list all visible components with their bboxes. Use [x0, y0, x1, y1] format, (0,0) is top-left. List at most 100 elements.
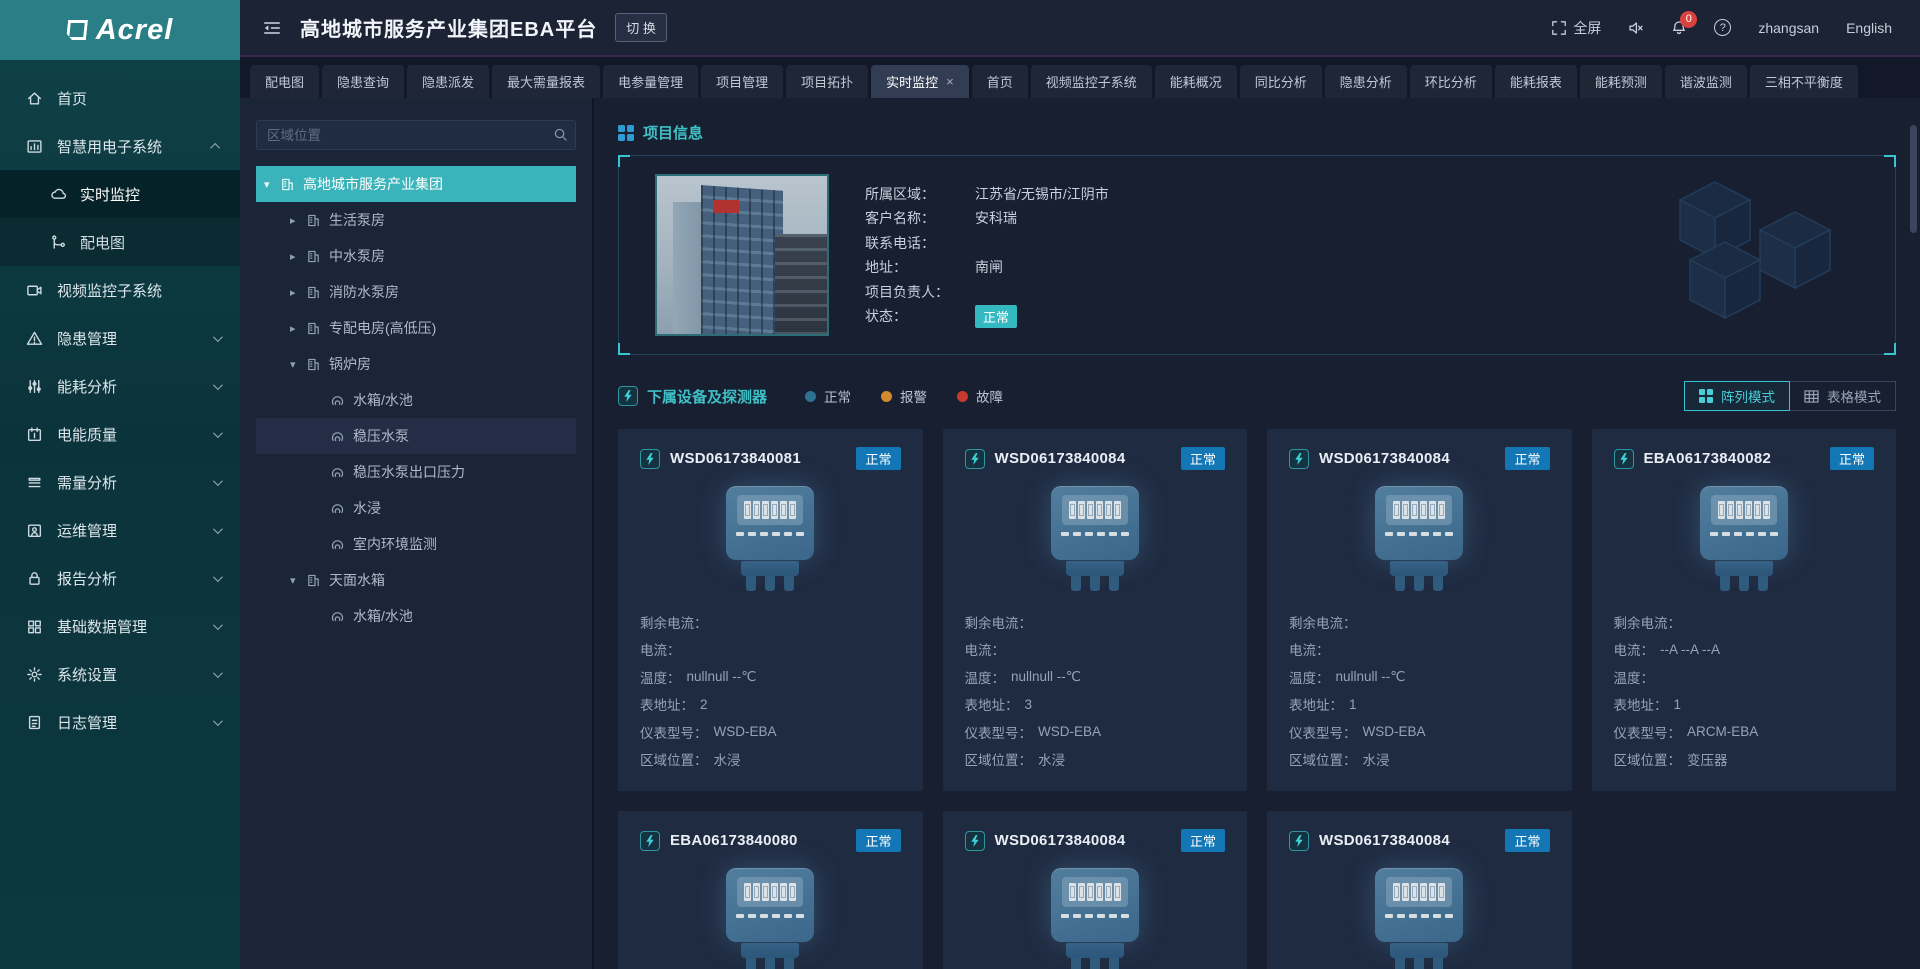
building-icon — [306, 249, 321, 264]
tab-bar: 配电图 隐患查询 隐患派发 最大需量报表 电参量管理 项目管理 项目拓扑 实时监… — [240, 57, 1920, 98]
tree-node-leaf[interactable]: 室内环境监测 — [256, 526, 576, 562]
tab-energy-report[interactable]: 能耗报表 — [1495, 65, 1577, 98]
sliders-icon — [26, 378, 43, 395]
vertical-scrollbar[interactable] — [1910, 125, 1917, 233]
device-card[interactable]: EBA06173840080 正常 — [618, 811, 923, 969]
sidebar-item-power-quality[interactable]: 电能质量 — [0, 410, 240, 458]
collapse-menu-icon[interactable] — [262, 18, 282, 38]
sidebar-menu: 首页 智慧用电子系统 实时监控 配电图 视频监控子系统 — [0, 60, 240, 746]
table-mode-button[interactable]: 表格模式 — [1790, 381, 1896, 411]
caret-down-icon[interactable]: ▾ — [264, 178, 280, 191]
tree-node-leaf[interactable]: 稳压水泵 — [256, 418, 576, 454]
device-bolt-icon — [965, 831, 985, 851]
sidebar-item-report-analysis[interactable]: 报告分析 — [0, 554, 240, 602]
tab-energy-overview[interactable]: 能耗概况 — [1155, 65, 1237, 98]
device-card[interactable]: WSD06173840084 正常 — [1267, 811, 1572, 969]
tree-node[interactable]: ▸ 消防水泵房 — [256, 274, 576, 310]
sidebar-item-ops-management[interactable]: 运维管理 — [0, 506, 240, 554]
tree-node[interactable]: ▸ 中水泵房 — [256, 238, 576, 274]
device-bolt-icon — [965, 449, 985, 469]
tab-hazard-query[interactable]: 隐患查询 — [322, 65, 404, 98]
device-card[interactable]: WSD06173840081 正常 剩余电流： 电流： 温度：nullnull … — [618, 429, 923, 791]
building-icon — [306, 573, 321, 588]
caret-right-icon[interactable]: ▸ — [290, 250, 306, 263]
sidebar-item-hazard-management[interactable]: 隐患管理 — [0, 314, 240, 362]
tree-node-leaf[interactable]: 水箱/水池 — [256, 382, 576, 418]
fullscreen-button[interactable]: 全屏 — [1551, 18, 1601, 38]
content-row: ▾ 高地城市服务产业集团 ▸ 生活泵房 ▸ 中水泵房 ▸ 消防水 — [240, 98, 1920, 969]
tree-node-leaf[interactable]: 水箱/水池 — [256, 598, 576, 634]
chevron-down-icon — [213, 332, 223, 342]
caret-right-icon[interactable]: ▸ — [290, 214, 306, 227]
device-card[interactable]: WSD06173840084 正常 — [943, 811, 1248, 969]
device-card[interactable]: WSD06173840084 正常 剩余电流： 电流： 温度：nullnull … — [1267, 429, 1572, 791]
tab-realtime-monitor[interactable]: 实时监控× — [871, 65, 969, 98]
project-fields: 所属区域：江苏省/无锡市/江阴市 客户名称：安科瑞 联系电话： 地址：南闸 项目… — [865, 182, 1109, 329]
search-icon[interactable] — [553, 127, 568, 142]
page-title: 高地城市服务产业集团EBA平台 — [300, 13, 597, 42]
caret-right-icon[interactable]: ▸ — [290, 286, 306, 299]
tab-project-management[interactable]: 项目管理 — [701, 65, 783, 98]
tab-project-topology[interactable]: 项目拓扑 — [786, 65, 868, 98]
language-switcher[interactable]: English — [1846, 20, 1892, 36]
caret-down-icon[interactable]: ▾ — [290, 358, 306, 371]
device-id: WSD06173840084 — [1319, 832, 1495, 849]
tree-node-leaf[interactable]: 稳压水泵出口压力 — [256, 454, 576, 490]
warning-triangle-icon — [26, 330, 43, 347]
username[interactable]: zhangsan — [1758, 20, 1819, 36]
sidebar-item-home[interactable]: 首页 — [0, 74, 240, 122]
tree-node[interactable]: ▾ 天面水箱 — [256, 562, 576, 598]
help-button[interactable]: ? — [1714, 19, 1731, 36]
tab-harmonic-monitor[interactable]: 谐波监测 — [1665, 65, 1747, 98]
tab-hazard-analysis[interactable]: 隐患分析 — [1325, 65, 1407, 98]
tree-node[interactable]: ▸ 生活泵房 — [256, 202, 576, 238]
grid-mode-button[interactable]: 阵列模式 — [1684, 381, 1790, 411]
legend-fault: 故障 — [957, 386, 1003, 406]
sidebar-item-distribution-diagram[interactable]: 配电图 — [0, 218, 240, 266]
tree-node-leaf[interactable]: 水浸 — [256, 490, 576, 526]
mute-button[interactable] — [1628, 20, 1644, 36]
tab-mom-analysis[interactable]: 环比分析 — [1410, 65, 1492, 98]
corner-bracket — [1884, 343, 1896, 355]
tab-distribution-diagram[interactable]: 配电图 — [250, 65, 319, 98]
gauge-icon — [330, 465, 345, 480]
device-status-badge: 正常 — [1181, 447, 1225, 470]
sidebar-item-demand-analysis[interactable]: 需量分析 — [0, 458, 240, 506]
building-photo — [655, 174, 829, 336]
header-actions: 全屏 0 ? zhangsan English — [1551, 18, 1892, 38]
home-icon — [26, 90, 43, 107]
tab-home[interactable]: 首页 — [972, 65, 1028, 98]
legend-alarm: 报警 — [881, 386, 927, 406]
building-icon — [306, 213, 321, 228]
notifications-button[interactable]: 0 — [1671, 20, 1687, 36]
person-frame-icon — [26, 522, 43, 539]
sidebar-item-video-monitor[interactable]: 视频监控子系统 — [0, 266, 240, 314]
device-card[interactable]: EBA06173840082 正常 剩余电流： 电流：--A --A --A 温… — [1592, 429, 1897, 791]
tab-energy-forecast[interactable]: 能耗预测 — [1580, 65, 1662, 98]
close-tab-icon[interactable]: × — [946, 74, 954, 89]
tab-phase-unbalance[interactable]: 三相不平衡度 — [1750, 65, 1858, 98]
tab-video-monitor[interactable]: 视频监控子系统 — [1031, 65, 1152, 98]
sidebar-item-smart-power[interactable]: 智慧用电子系统 — [0, 122, 240, 170]
sidebar-item-realtime-monitor[interactable]: 实时监控 — [0, 170, 240, 218]
sidebar-item-energy-analysis[interactable]: 能耗分析 — [0, 362, 240, 410]
tab-hazard-dispatch[interactable]: 隐患派发 — [407, 65, 489, 98]
tree-node[interactable]: ▸ 专配电房(高低压) — [256, 310, 576, 346]
device-status-badge: 正常 — [1830, 447, 1874, 470]
tree-node[interactable]: ▾ 锅炉房 — [256, 346, 576, 382]
sidebar-item-base-data[interactable]: 基础数据管理 — [0, 602, 240, 650]
search-input[interactable] — [256, 120, 576, 150]
device-fields: 剩余电流： 电流： 温度：nullnull --℃ 表地址：3 仪表型号：WSD… — [965, 608, 1226, 773]
chevron-down-icon — [213, 380, 223, 390]
tab-yoy-analysis[interactable]: 同比分析 — [1240, 65, 1322, 98]
device-card[interactable]: WSD06173840084 正常 剩余电流： 电流： 温度：nullnull … — [943, 429, 1248, 791]
switch-project-button[interactable]: 切 换 — [615, 13, 667, 42]
meter-illustration — [1289, 486, 1550, 591]
sidebar-item-log-management[interactable]: 日志管理 — [0, 698, 240, 746]
sidebar-item-system-settings[interactable]: 系统设置 — [0, 650, 240, 698]
tree-node-root[interactable]: ▾ 高地城市服务产业集团 — [256, 166, 576, 202]
caret-right-icon[interactable]: ▸ — [290, 322, 306, 335]
tab-electric-param[interactable]: 电参量管理 — [603, 65, 698, 98]
caret-down-icon[interactable]: ▾ — [290, 574, 306, 587]
tab-max-demand-report[interactable]: 最大需量报表 — [492, 65, 600, 98]
